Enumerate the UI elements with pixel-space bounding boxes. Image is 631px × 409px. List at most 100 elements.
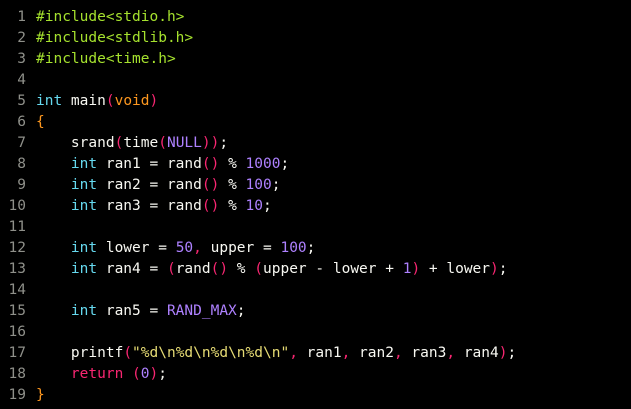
code-token: void [114,93,150,109]
code-token: ; [263,198,272,214]
code-line[interactable]: 6{ [0,112,631,133]
code-text[interactable]: int ran5 = RAND_MAX; [26,301,246,322]
code-token: , [446,345,456,361]
code-token: ) [149,93,159,109]
code-line[interactable]: 14 [0,280,631,301]
code-line[interactable]: 4 [0,70,631,91]
code-line[interactable]: 13 int ran4 = (rand() % (upper - lower +… [0,259,631,280]
line-number: 19 [8,387,26,403]
code-text[interactable]: int lower = 50, upper = 100; [26,238,316,259]
line-number: 14 [8,282,26,298]
code-token: ; [158,366,167,382]
code-line[interactable]: 9 int ran2 = rand() % 100; [0,175,631,196]
code-token: 10 [245,198,264,214]
code-text[interactable]: } [26,385,45,406]
code-token: ( [105,93,115,109]
code-line[interactable]: 5 int main(void) [0,91,631,112]
code-token: #include [36,30,106,46]
code-token: ; [507,345,517,361]
code-text[interactable]: int ran3 = rand() % 10; [26,196,272,217]
code-token: ran5 = [97,303,167,319]
line-number: 16 [8,324,26,340]
code-token: () [210,261,229,277]
code-token: % [219,177,246,193]
code-token: time [123,135,159,151]
line-number: 18 [8,366,26,382]
code-token: lower = [97,240,176,256]
line-number: 1 [17,9,26,25]
code-line[interactable]: 11 [0,217,631,238]
code-line[interactable]: 18 return (0); [0,364,631,385]
code-token: #include [36,51,106,67]
code-text[interactable] [26,322,36,343]
code-text[interactable]: #include<stdlib.h> [26,28,193,49]
code-token: ( [254,261,264,277]
code-text[interactable]: printf("%d\n%d\n%d\n%d\n", ran1, ran2, r… [26,343,516,364]
code-text[interactable]: { [26,112,45,133]
code-line[interactable]: 3 #include<time.h> [0,49,631,70]
code-token: ran3 = rand [97,198,202,214]
code-token: ( [123,345,133,361]
code-token: + lower [420,261,491,277]
code-token: ( [114,135,124,151]
code-token: { [36,114,45,130]
code-line[interactable]: 12 int lower = 50, upper = 100; [0,238,631,259]
code-token: , [193,240,202,256]
code-line[interactable]: 15 int ran5 = RAND_MAX; [0,301,631,322]
line-number: 6 [17,114,26,130]
code-token: NULL [166,135,202,151]
code-line[interactable]: 16 [0,322,631,343]
code-token: , [289,345,298,361]
code-text[interactable]: #include<stdio.h> [26,7,184,28]
code-token: () [201,177,220,193]
code-token: ran4 = [97,261,167,277]
code-token: <stdlib.h> [105,30,194,46]
code-token: ran2 [350,345,394,361]
line-number: 17 [8,345,26,361]
code-token: } [36,387,45,403]
code-token: 100 [245,177,272,193]
code-text[interactable]: int ran1 = rand() % 1000; [26,154,289,175]
code-line[interactable]: 1 #include<stdio.h> [0,7,631,28]
code-text[interactable]: srand(time(NULL)); [26,133,228,154]
code-text[interactable] [26,70,36,91]
code-text[interactable]: int main(void) [26,91,158,112]
code-token: rand [175,261,211,277]
code-token: ( [166,261,176,277]
code-text[interactable]: #include<time.h> [26,49,176,70]
line-number: 8 [17,156,26,172]
code-line[interactable]: 19} [0,385,631,406]
code-token: return [36,366,124,382]
code-text[interactable]: int ran2 = rand() % 100; [26,175,281,196]
code-text[interactable]: int ran4 = (rand() % (upper - lower + 1)… [26,259,508,280]
code-line[interactable]: 10 int ran3 = rand() % 10; [0,196,631,217]
code-line[interactable]: 7 srand(time(NULL)); [0,133,631,154]
code-token: RAND_MAX [166,303,237,319]
code-token: int [36,303,98,319]
code-token: ; [498,261,508,277]
code-text[interactable] [26,217,36,238]
line-number: 15 [8,303,26,319]
code-line[interactable]: 17 printf("%d\n%d\n%d\n%d\n", ran1, ran2… [0,343,631,364]
code-token: 0 [140,366,150,382]
line-number: 11 [8,219,26,235]
code-token: upper = [201,240,281,256]
code-editor[interactable]: 1 #include<stdio.h> 2 #include<stdlib.h> 3 #i… [0,0,631,409]
code-token: "%d\n%d\n%d\n%d\n" [132,345,290,361]
code-text[interactable] [26,280,36,301]
code-token: ) [411,261,421,277]
code-line[interactable]: 2 #include<stdlib.h> [0,28,631,49]
code-token: main [62,93,106,109]
line-number: 12 [8,240,26,256]
code-token: ; [280,156,290,172]
code-text[interactable]: return (0); [26,364,167,385]
code-line[interactable]: 8 int ran1 = rand() % 1000; [0,154,631,175]
code-token: <time.h> [105,51,176,67]
code-token: #include [36,9,106,25]
code-token: ran1 [297,345,342,361]
line-number: 5 [17,93,26,109]
code-token: ) [149,366,159,382]
code-token: int [36,156,98,172]
code-token: () [201,198,220,214]
code-token: ran2 = rand [97,177,202,193]
